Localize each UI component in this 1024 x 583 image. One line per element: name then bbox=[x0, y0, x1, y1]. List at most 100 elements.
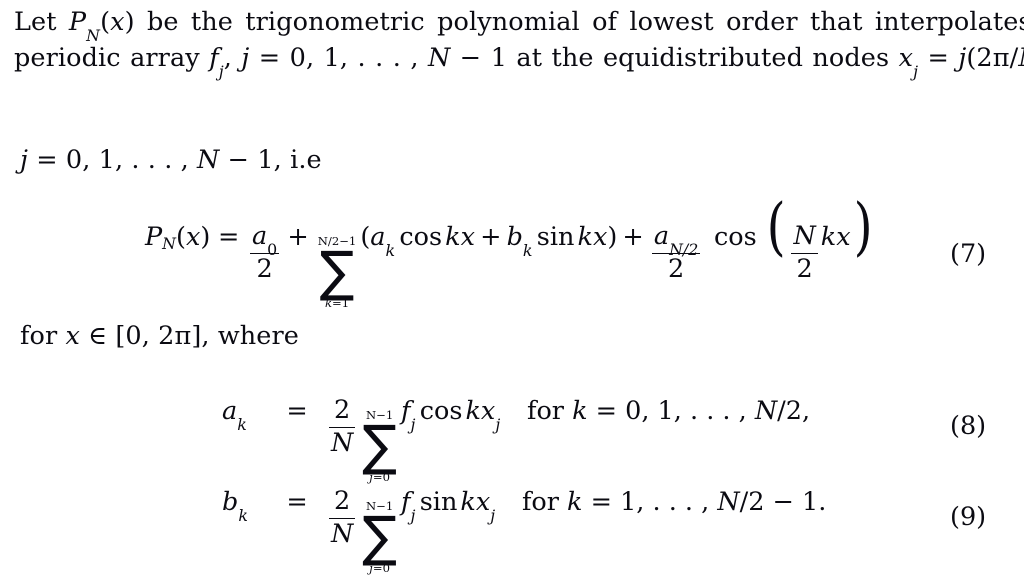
symbol-P-subscript: N bbox=[86, 25, 101, 45]
eq9-fraction-denominator: N bbox=[331, 518, 354, 549]
eq7-plus-2: + bbox=[622, 222, 644, 252]
eq8-arg: kx bbox=[465, 396, 496, 426]
where-interval: [0, 2π] bbox=[115, 321, 202, 351]
eq8-k-values: 0, 1, . . . , bbox=[625, 396, 755, 426]
equation-9: bk = 2 N N−1 ∑ j=0 fj sin kxj for k = 1, . . . , N… bbox=[222, 487, 826, 575]
eq7-b-k-subscript: k bbox=[522, 240, 533, 260]
index-range: 0, 1, . . . , bbox=[289, 43, 428, 73]
eq7-a0-numerator: a0 bbox=[250, 222, 279, 257]
eq8-2-over-N: 2N bbox=[329, 394, 356, 457]
equation-9-number: (9) bbox=[950, 502, 987, 532]
eq9-N-symbol: N bbox=[717, 487, 740, 517]
symbol-P: P bbox=[68, 7, 87, 37]
symbol-N-cond: N bbox=[197, 145, 220, 175]
eq8-a-subscript: k bbox=[237, 414, 247, 434]
eq8-cond-equals: = bbox=[587, 396, 626, 426]
eq9-cond-tail: /2 − 1. bbox=[739, 487, 827, 517]
eq7-a0-over-2: a0 2 bbox=[249, 222, 280, 283]
eq7-summand: (ak cos kx + bk sin kx) bbox=[360, 222, 617, 258]
eq7-a-k: a bbox=[370, 222, 386, 252]
eq8-for-text: for bbox=[527, 396, 573, 426]
eq8-k-symbol: k bbox=[572, 396, 588, 426]
eq9-summand: fj sin kxj bbox=[401, 487, 495, 523]
eq7-lhs-paren-open: ( bbox=[176, 222, 186, 252]
eq8-equals: = bbox=[286, 396, 308, 426]
eq7-aN2-numerator: aN/2 bbox=[652, 220, 700, 257]
eq7-arg-numerator: N bbox=[793, 220, 816, 251]
eq9-2-over-N: 2N bbox=[329, 485, 356, 549]
paren-open: ( bbox=[100, 7, 111, 37]
eq7-arg-denominator: 2 bbox=[796, 253, 813, 284]
intro-text-3: periodic array bbox=[14, 43, 210, 73]
eq9-k-values: 1, . . . , bbox=[620, 487, 718, 517]
equation-7-number: (7) bbox=[950, 239, 987, 269]
equation-8-body: ak = 2 N N−1 ∑ j=0 fj cos kxj for k = 0, 1, . . . … bbox=[222, 396, 810, 484]
element-of-icon: ∈ bbox=[79, 321, 116, 351]
symbol-f-subscript: j bbox=[218, 61, 224, 81]
eq9-b-subscript: k bbox=[238, 505, 248, 525]
eq7-a-k-subscript: k bbox=[385, 240, 396, 260]
where-symbol-x: x bbox=[65, 321, 80, 351]
symbol-N-1: N bbox=[427, 43, 451, 73]
eq7-lhs-x: x bbox=[185, 222, 201, 252]
equation-8: ak = 2 N N−1 ∑ j=0 fj cos kxj for k = 0, 1, . . . … bbox=[222, 396, 810, 484]
eq7-a-symbol-2: a bbox=[653, 220, 670, 251]
minus-cond: − bbox=[219, 145, 258, 175]
where-line: for x ∈ [0, 2π], where bbox=[20, 318, 299, 354]
eq8-cond-tail: /2, bbox=[777, 396, 811, 426]
eq7-plus-1: + bbox=[287, 222, 309, 252]
eq9-lhs: bk bbox=[222, 487, 268, 523]
minus-1: − bbox=[450, 43, 491, 73]
eq8-arg-subscript: j bbox=[495, 414, 501, 434]
where-for-text: for bbox=[20, 321, 66, 351]
eq9-f-subscript: j bbox=[410, 505, 416, 525]
eq7-summand-open: ( bbox=[360, 222, 371, 252]
intro-text-4: at the equidistributed nodes bbox=[507, 43, 899, 73]
eq7-a-subscript: 0 bbox=[267, 239, 278, 259]
comma-1: , bbox=[223, 43, 242, 73]
intro-line-1: Let PN(x) be the trigonometric polynomia… bbox=[14, 4, 1024, 43]
eq7-equals: = bbox=[217, 222, 240, 252]
symbol-x: x bbox=[110, 7, 125, 37]
eq9-summation: N−1 ∑ j=0 bbox=[362, 500, 397, 575]
eq9-cond-equals: = bbox=[582, 487, 621, 517]
eq7-kx-2: kx bbox=[577, 222, 608, 252]
eq9-arg: kx bbox=[460, 487, 491, 517]
eq8-a-symbol: a bbox=[222, 396, 238, 426]
eq8-lhs: ak bbox=[222, 396, 268, 432]
eq7-aN2-over-2: aN/2 2 bbox=[651, 220, 701, 283]
symbol-N-2: N bbox=[1018, 43, 1024, 73]
equation-7-body: P N(x) = a0 2 + N/2−1 ∑ k=1 (ak cos kx + bk sin kx) + aN/… bbox=[145, 189, 873, 310]
eq7-a-subscript-2: N/2 bbox=[669, 239, 699, 259]
intro-text-1: Let bbox=[14, 7, 69, 37]
eq7-cos-1: cos bbox=[399, 222, 443, 252]
eq9-b-symbol: b bbox=[222, 487, 239, 517]
ie-text: i.e bbox=[290, 145, 322, 175]
equals-cond: = bbox=[28, 145, 66, 175]
eq9-for-text: for bbox=[521, 487, 568, 517]
sigma-icon: ∑ bbox=[362, 505, 398, 569]
intro-text-2: be the trigonometric polynomial of lowes… bbox=[134, 7, 1024, 37]
sigma-icon: ∑ bbox=[319, 240, 355, 304]
eq9-k-symbol: k bbox=[567, 487, 583, 517]
eq9-arg-subscript: j bbox=[490, 505, 496, 525]
condition-line: j = 0, 1, . . . , N − 1, i.e bbox=[20, 142, 322, 178]
paren-close: ) bbox=[124, 7, 135, 37]
eq8-f-subscript: j bbox=[410, 414, 416, 434]
intro-paragraph: Let PN(x) be the trigonometric polynomia… bbox=[14, 4, 1024, 79]
eq7-kx-1: kx bbox=[445, 222, 475, 252]
eq8-fraction-numerator: 2 bbox=[334, 394, 351, 425]
eq7-arg-tail: kx bbox=[820, 222, 851, 252]
eq7-sin-1: sin bbox=[536, 222, 575, 252]
eq8-summand: fj cos kxj bbox=[401, 396, 500, 432]
symbol-f: f bbox=[209, 43, 219, 73]
eq9-fraction-numerator: 2 bbox=[334, 485, 351, 516]
eq7-summand-plus: + bbox=[480, 222, 502, 252]
eq7-cos-2: cos bbox=[713, 222, 757, 252]
eq8-summation: N−1 ∑ j=0 bbox=[362, 409, 397, 484]
symbol-x-subscript: j bbox=[913, 61, 919, 81]
eq8-N-symbol: N bbox=[754, 396, 778, 426]
equation-7: P N(x) = a0 2 + N/2−1 ∑ k=1 (ak cos kx + bk sin kx) + aN/… bbox=[145, 189, 875, 310]
equation-9-body: bk = 2 N N−1 ∑ j=0 fj sin kxj for k = 1, . . . , N… bbox=[222, 487, 826, 575]
eq7-N-over-2: N2 bbox=[791, 220, 818, 284]
